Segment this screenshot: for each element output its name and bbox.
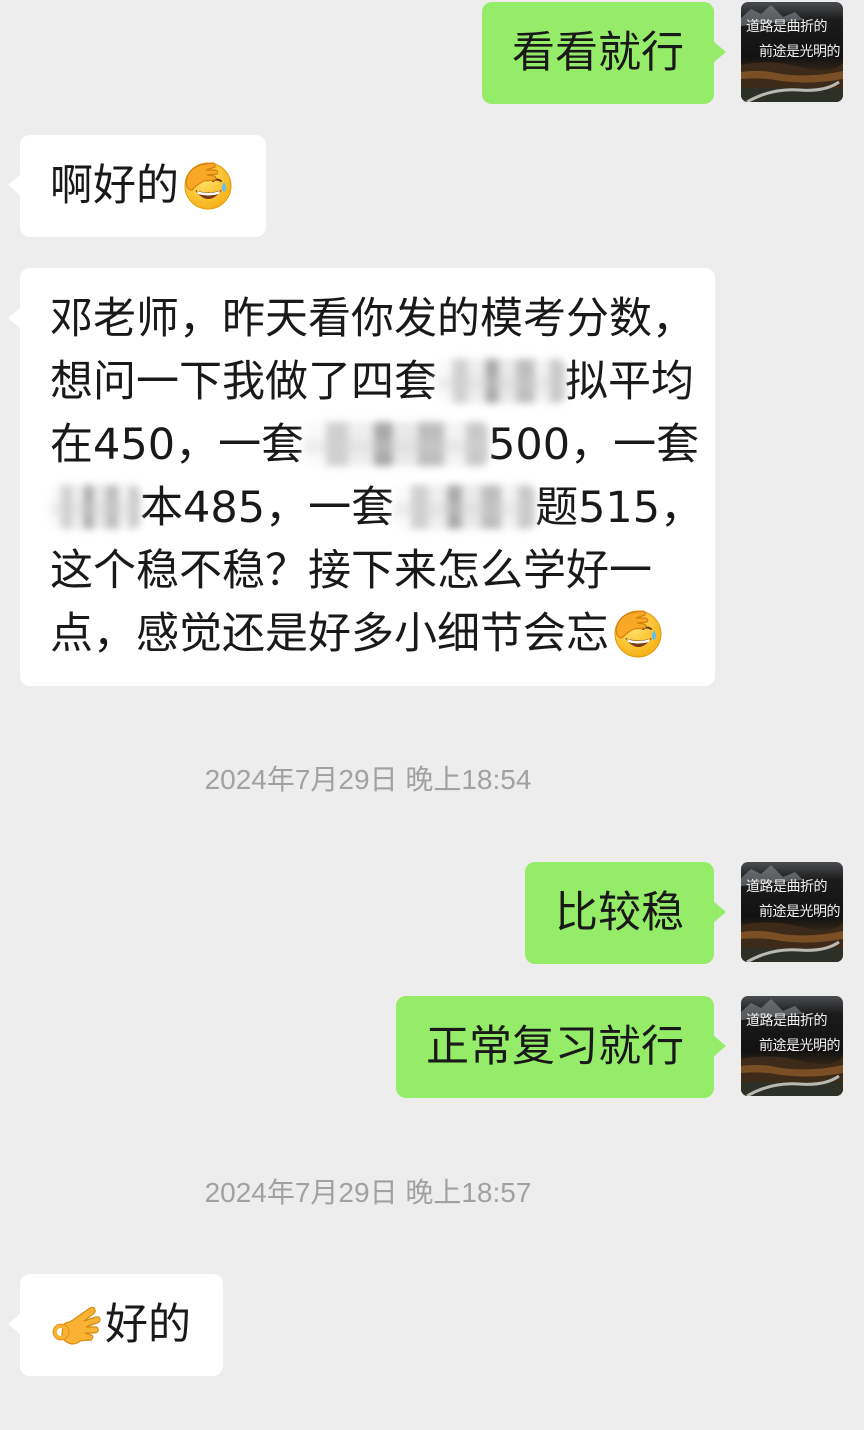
facepalm-emoji: [182, 159, 234, 211]
avatar[interactable]: 道路是曲折的 前途是光明的: [741, 2, 843, 102]
message-text: 在450，一套: [50, 420, 305, 470]
avatar-caption: 前途是光明的: [759, 904, 841, 920]
avatar-caption: 道路是曲折的: [746, 879, 828, 895]
timestamp: 2024年7月29日 晚上18:54: [204, 764, 532, 795]
message-text: 500，一套: [488, 420, 700, 470]
timestamp: 2024年7月29日 晚上18:57: [204, 1177, 532, 1208]
message-line: 本485，一套 题515，: [50, 477, 715, 540]
message-text: 比较稳: [555, 888, 684, 938]
avatar[interactable]: 道路是曲折的 前途是光明的: [741, 862, 843, 962]
message-line: 这个稳不稳？接下来怎么学好一: [50, 540, 715, 603]
avatar-caption: 道路是曲折的: [746, 19, 828, 35]
message-text: 邓老师，昨天看你发的模考分数，: [50, 294, 695, 344]
redacted-text: [394, 485, 536, 529]
message-text: 本485，一套: [140, 483, 395, 533]
sent-message-bubble[interactable]: 正常复习就行: [396, 996, 726, 1098]
message-line: 在450，一套 500，一套: [50, 414, 715, 477]
message-line: 点，感觉还是好多小细节会忘: [50, 603, 715, 666]
received-message-bubble[interactable]: 邓老师，昨天看你发的模考分数， 想问一下我做了四套 拟平均 在450，一套 500，…: [8, 268, 715, 686]
ok-hand-emoji: [50, 1298, 102, 1350]
facepalm-emoji: [612, 607, 664, 659]
redacted-text: [304, 422, 489, 466]
message-text: 看看就行: [512, 28, 684, 78]
avatar[interactable]: 道路是曲折的 前途是光明的: [741, 996, 843, 1096]
message-text: 拟平均: [565, 357, 694, 407]
sent-message-bubble[interactable]: 看看就行: [482, 2, 726, 104]
message-text: 想问一下我做了四套: [50, 357, 437, 407]
avatar-caption: 前途是光明的: [759, 44, 841, 60]
avatar-caption: 道路是曲折的: [746, 1013, 828, 1029]
message-text: 题515，: [535, 483, 704, 533]
message-text: 这个稳不稳？接下来怎么学好一: [50, 546, 652, 596]
message-text: 啊好的: [50, 161, 179, 211]
message-text: 好的: [105, 1300, 191, 1350]
message-line: 想问一下我做了四套 拟平均: [50, 351, 715, 414]
avatar-caption: 前途是光明的: [759, 1038, 841, 1054]
redacted-text: [50, 485, 140, 529]
sent-message-bubble[interactable]: 比较稳: [525, 862, 726, 964]
received-message-bubble[interactable]: 啊好的: [8, 135, 266, 237]
message-text: 点，感觉还是好多小细节会忘: [50, 609, 609, 659]
message-text: 正常复习就行: [426, 1022, 684, 1072]
message-line: 邓老师，昨天看你发的模考分数，: [50, 288, 715, 351]
received-message-bubble[interactable]: 好的: [8, 1274, 223, 1376]
redacted-text: [437, 359, 565, 403]
